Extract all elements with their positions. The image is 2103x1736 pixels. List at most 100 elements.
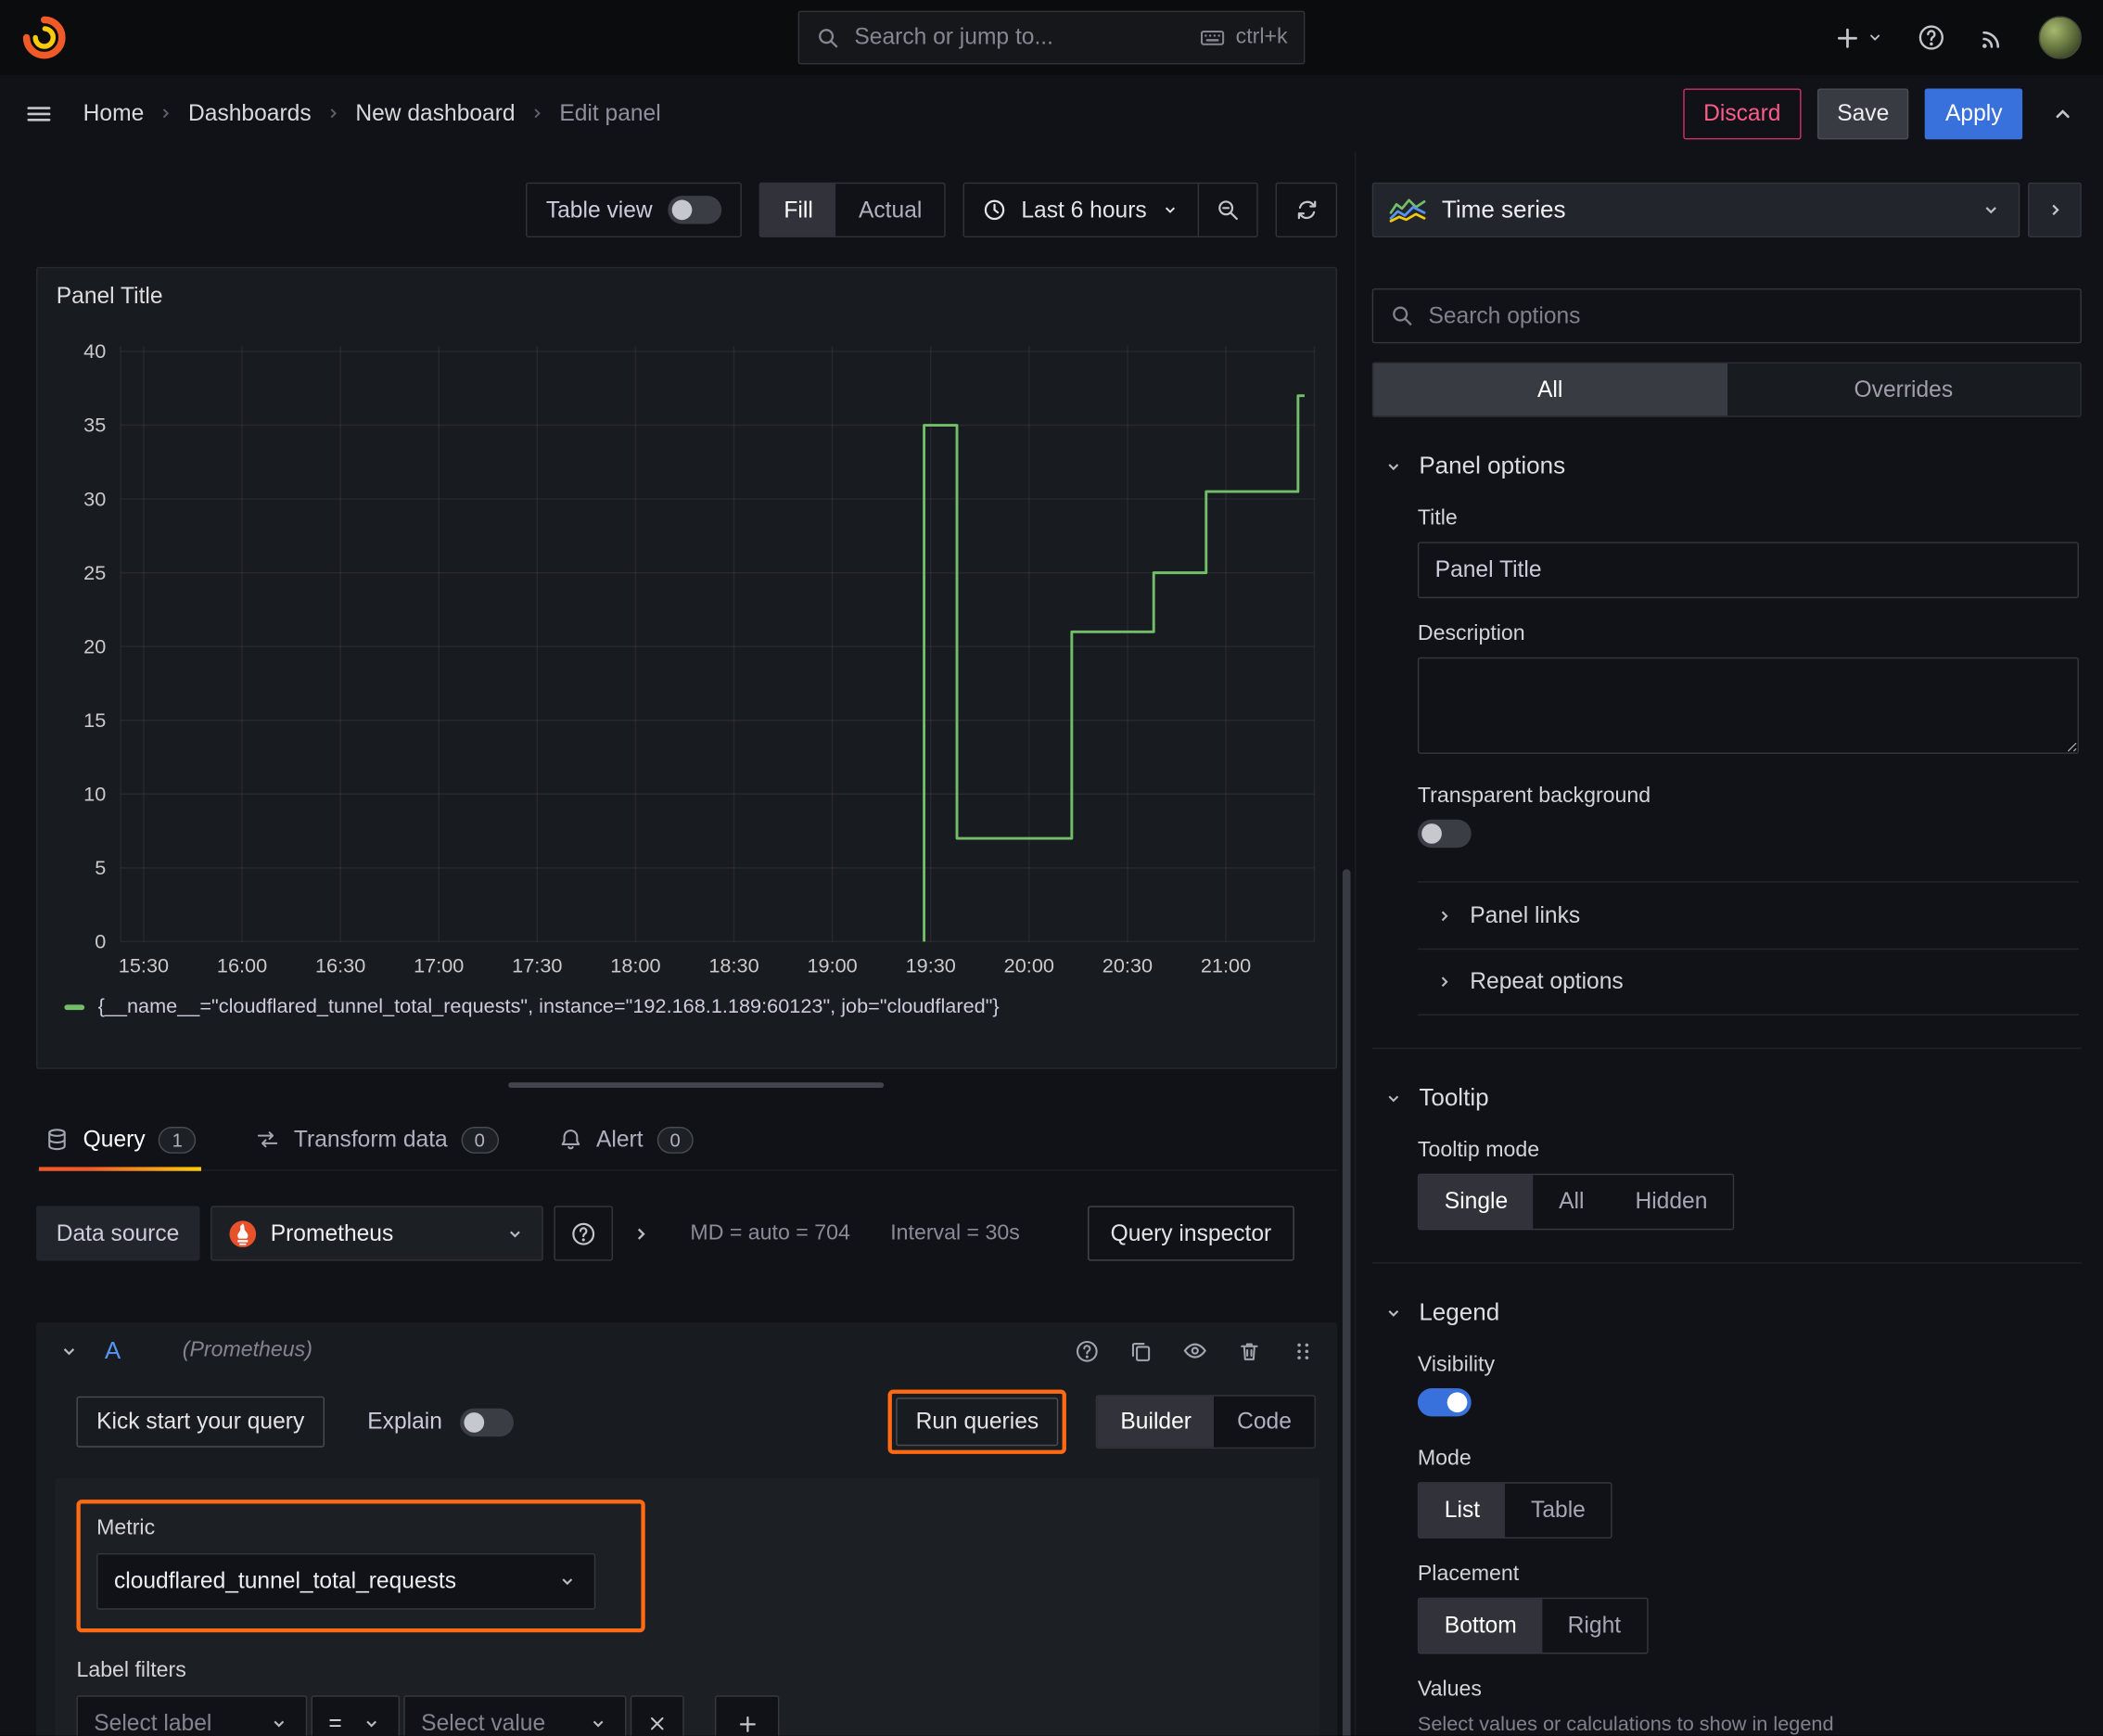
legend-placement-label: Placement: [1417, 1563, 1520, 1586]
metric-select[interactable]: cloudflared_tunnel_total_requests: [96, 1552, 596, 1610]
remove-filter-button[interactable]: [630, 1695, 684, 1736]
transparent-background-switch[interactable]: [1417, 819, 1472, 849]
tab-transform[interactable]: Transform data 0: [249, 1109, 503, 1169]
delete-query-icon[interactable]: [1237, 1338, 1262, 1363]
tab-query[interactable]: Query 1: [38, 1109, 202, 1171]
svg-text:20:00: 20:00: [1004, 954, 1054, 977]
query-options-summary[interactable]: MD = auto = 704 Interval = 30s: [690, 1221, 1019, 1245]
chevron-right-icon: [1434, 971, 1455, 992]
explain-switch[interactable]: [459, 1408, 514, 1436]
select-value-dropdown[interactable]: Select value: [403, 1695, 627, 1736]
repeat-options-section[interactable]: Repeat options: [1417, 948, 2079, 1015]
tab-alert-label: Alert: [595, 1126, 644, 1152]
run-queries-button[interactable]: Run queries: [895, 1398, 1059, 1447]
breadcrumb-home[interactable]: Home: [83, 100, 145, 127]
add-filter-button[interactable]: [714, 1695, 780, 1736]
help-circle-icon: [1917, 23, 1946, 53]
tooltip-mode-all[interactable]: All: [1534, 1175, 1610, 1229]
chevron-up-icon[interactable]: [2049, 100, 2076, 127]
legend-placement-bottom[interactable]: Bottom: [1419, 1599, 1543, 1653]
global-search-placeholder: Search or jump to...: [854, 24, 1053, 50]
time-range-picker[interactable]: Last 6 hours: [965, 184, 1198, 236]
legend-mode-list[interactable]: List: [1419, 1483, 1506, 1538]
legend-visibility-switch[interactable]: [1417, 1388, 1472, 1417]
global-search[interactable]: Search or jump to... ctrl+k: [797, 10, 1306, 65]
legend-series-label[interactable]: {__name__="cloudflared_tunnel_total_requ…: [98, 995, 1000, 1018]
timeseries-chart[interactable]: 0 5 10 15 20 25 30 35 40 15:30 16:00 16:30 17:00 17:3…: [51, 325, 1325, 995]
options-search[interactable]: Search options: [1371, 287, 2082, 344]
tooltip-mode-group: Single All Hidden: [1417, 1173, 1735, 1231]
datasource-help-button[interactable]: [553, 1206, 613, 1261]
query-editor-toolbar: Kick start your query Explain Run querie…: [36, 1379, 1337, 1470]
news-button[interactable]: [1978, 23, 2006, 51]
left-pane-scrollbar[interactable]: [1342, 869, 1351, 1736]
legend-mode-table[interactable]: Table: [1506, 1484, 1612, 1538]
table-view-switch[interactable]: [668, 196, 722, 224]
select-label-placeholder: Select label: [94, 1710, 212, 1736]
resize-handle[interactable]: [507, 1082, 884, 1089]
breadcrumb-new-dashboard[interactable]: New dashboard: [355, 100, 515, 127]
table-view-toggle[interactable]: Table view: [526, 182, 743, 238]
panel-options-content: Title Description Transparent background…: [1372, 507, 2082, 1048]
grafana-logo[interactable]: [21, 15, 67, 60]
save-button[interactable]: Save: [1816, 87, 1909, 139]
query-count-badge: 1: [159, 1126, 197, 1154]
time-controls: Last 6 hours: [963, 182, 1258, 238]
prometheus-icon: [227, 1219, 257, 1248]
query-inspector-button[interactable]: Query inspector: [1088, 1206, 1294, 1261]
help-button[interactable]: [1917, 23, 1946, 53]
help-circle-icon[interactable]: [1075, 1338, 1100, 1363]
tooltip-mode-single[interactable]: Single: [1419, 1175, 1534, 1229]
discard-button[interactable]: Discard: [1683, 87, 1802, 139]
topbar-actions: [1833, 16, 2082, 59]
description-textarea[interactable]: [1417, 657, 2079, 754]
new-menu-button[interactable]: [1833, 23, 1884, 51]
svg-text:16:00: 16:00: [217, 954, 267, 977]
chevron-right-icon: [528, 103, 548, 123]
collapse-query-icon[interactable]: [57, 1339, 81, 1362]
user-avatar[interactable]: [2038, 16, 2082, 59]
legend-series-marker[interactable]: [64, 1003, 85, 1010]
legend-content: Visibility Mode List Table Placement Bot…: [1372, 1353, 2082, 1736]
chevron-down-icon: [1980, 198, 2003, 222]
label-filters-section: Label filters Select label = Select valu…: [76, 1659, 1298, 1736]
tooltip-mode-hidden[interactable]: Hidden: [1610, 1175, 1733, 1229]
code-option[interactable]: Code: [1215, 1397, 1315, 1448]
legend-header[interactable]: Legend: [1372, 1264, 2082, 1348]
apply-button[interactable]: Apply: [1925, 87, 2023, 139]
duplicate-icon[interactable]: [1128, 1338, 1153, 1363]
panel-title-input[interactable]: [1417, 542, 2079, 599]
expand-options-icon[interactable]: [629, 1221, 653, 1245]
viz-suggestions-button[interactable]: [2028, 182, 2082, 238]
hide-response-icon[interactable]: [1181, 1337, 1208, 1364]
viz-picker-row: Time series: [1371, 182, 2082, 238]
menu-toggle-icon[interactable]: [24, 98, 54, 128]
datasource-picker[interactable]: Prometheus: [210, 1206, 543, 1261]
viz-picker[interactable]: Time series: [1371, 182, 2020, 238]
zoom-out-button[interactable]: [1197, 184, 1257, 236]
fill-option[interactable]: Fill: [760, 184, 836, 236]
query-ref-id[interactable]: A: [105, 1336, 121, 1364]
panel-links-section[interactable]: Panel links: [1417, 881, 2079, 948]
operator-dropdown[interactable]: =: [311, 1695, 401, 1736]
legend-placement-right[interactable]: Right: [1542, 1599, 1646, 1653]
tab-all[interactable]: All: [1373, 363, 1727, 416]
builder-option[interactable]: Builder: [1097, 1396, 1215, 1448]
panel-options-header[interactable]: Panel options: [1372, 417, 2082, 502]
refresh-button[interactable]: [1277, 184, 1336, 236]
panel-title[interactable]: Panel Title: [38, 268, 1336, 325]
tab-alert[interactable]: Alert 0: [552, 1109, 699, 1169]
chevron-down-icon: [556, 1571, 578, 1592]
tab-overrides[interactable]: Overrides: [1727, 364, 2080, 415]
kick-start-button[interactable]: Kick start your query: [76, 1396, 325, 1448]
svg-text:15:30: 15:30: [119, 954, 169, 977]
breadcrumb-dashboards[interactable]: Dashboards: [188, 100, 312, 127]
select-label-dropdown[interactable]: Select label: [76, 1695, 308, 1736]
explain-toggle: Explain: [367, 1408, 514, 1436]
svg-text:18:30: 18:30: [708, 954, 758, 977]
tooltip-header[interactable]: Tooltip: [1372, 1049, 2082, 1133]
drag-handle-icon[interactable]: [1290, 1338, 1315, 1363]
options-search-placeholder: Search options: [1428, 302, 1581, 328]
actual-option[interactable]: Actual: [835, 184, 945, 236]
query-row-header[interactable]: A (Prometheus): [36, 1322, 1337, 1379]
